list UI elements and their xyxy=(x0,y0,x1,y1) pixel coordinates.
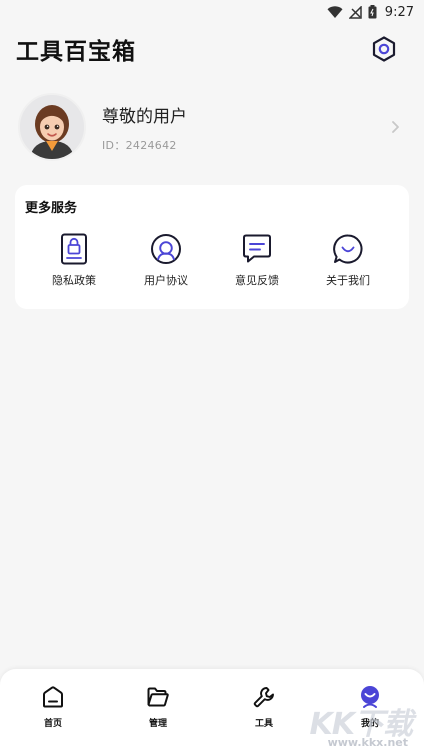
service-label: 隐私政策 xyxy=(52,274,96,287)
tab-label: 管理 xyxy=(148,719,167,729)
service-user-agreement[interactable]: 用户协议 xyxy=(131,233,201,289)
profile-icon xyxy=(358,685,382,709)
privacy-lock-icon xyxy=(58,233,90,265)
status-time: 9:27 xyxy=(384,4,414,20)
more-services-card: 更多服务 隐私政策 用户协议 意见反馈 关于我们 xyxy=(15,185,409,309)
settings-hex-icon xyxy=(372,36,396,62)
tab-label: 首页 xyxy=(43,719,62,729)
status-icons xyxy=(327,5,377,19)
chevron-right-icon xyxy=(392,121,399,133)
bottom-tab-bar: 首页 管理 工具 我的 xyxy=(0,669,424,753)
home-icon xyxy=(41,685,65,709)
wrench-icon xyxy=(252,685,276,709)
avatar-image xyxy=(20,95,84,159)
battery-icon xyxy=(368,5,377,19)
wifi-icon xyxy=(327,5,343,18)
user-id: ID：2424642 xyxy=(102,138,177,152)
tab-mine[interactable]: 我的 xyxy=(340,685,400,731)
page-title: 工具百宝箱 xyxy=(16,39,136,65)
service-label: 用户协议 xyxy=(144,274,188,287)
avatar[interactable] xyxy=(18,93,86,161)
header: 工具百宝箱 xyxy=(0,26,424,72)
tab-label: 工具 xyxy=(254,719,273,729)
about-chat-icon xyxy=(332,233,364,265)
profile-row[interactable]: 尊敬的用户 ID：2424642 xyxy=(18,92,406,162)
service-privacy-policy[interactable]: 隐私政策 xyxy=(39,233,109,289)
settings-button[interactable] xyxy=(368,33,400,65)
service-label: 意见反馈 xyxy=(235,274,279,287)
tab-home[interactable]: 首页 xyxy=(23,685,83,731)
user-agreement-icon xyxy=(150,233,182,265)
service-label: 关于我们 xyxy=(326,274,370,287)
card-title: 更多服务 xyxy=(25,201,78,216)
feedback-icon xyxy=(241,233,273,265)
service-feedback[interactable]: 意见反馈 xyxy=(222,233,292,289)
folder-icon xyxy=(146,685,170,709)
profile-info: 尊敬的用户 ID：2424642 xyxy=(102,102,187,153)
tab-tools[interactable]: 工具 xyxy=(234,685,294,731)
service-about-us[interactable]: 关于我们 xyxy=(313,233,383,289)
tab-label: 我的 xyxy=(360,719,379,729)
status-bar: 9:27 xyxy=(0,0,424,24)
no-signal-icon xyxy=(348,5,362,19)
tab-manage[interactable]: 管理 xyxy=(128,685,188,731)
username: 尊敬的用户 xyxy=(102,106,187,127)
